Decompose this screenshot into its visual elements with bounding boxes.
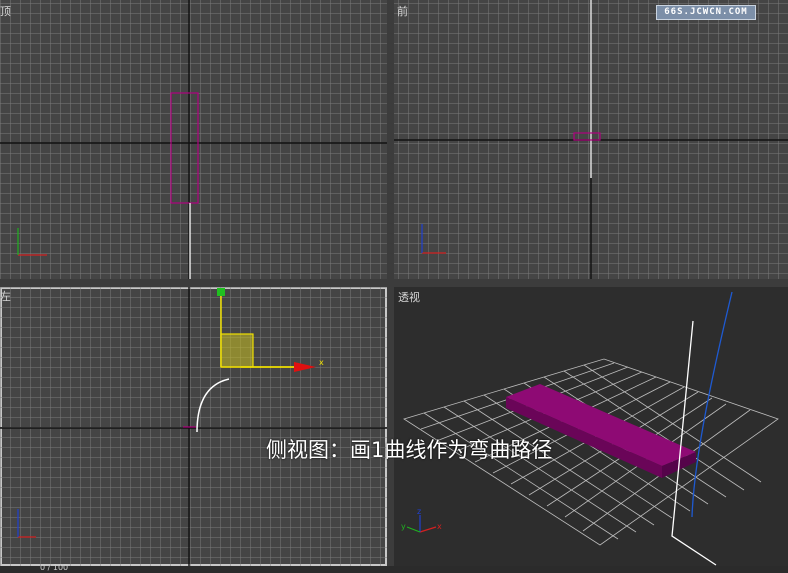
- viewport-top-label[interactable]: 顶: [0, 6, 11, 18]
- viewport-left-label[interactable]: 左: [0, 291, 11, 303]
- viewport-perspective-canvas: x y z: [401, 291, 779, 566]
- viewport-top[interactable]: 顶: [0, 0, 387, 279]
- viewport-front-canvas: [394, 0, 788, 279]
- max-viewport-layout: 顶 前 x 左 x y z 透视 66S.JCWCN.COM 侧视图：画1曲线作…: [0, 0, 788, 573]
- tutorial-caption: 侧视图：画1曲线作为弯曲路径: [266, 438, 553, 462]
- axis-tripod-icon: [406, 515, 437, 533]
- bend-curve-path-3d: [691, 291, 733, 518]
- frame-counter: 0 / 100: [40, 563, 69, 572]
- tripod-y-label: y: [401, 522, 406, 531]
- viewport-left-canvas: x: [0, 287, 387, 566]
- tripod-z-label: z: [417, 507, 421, 516]
- viewport-perspective[interactable]: x y z 透视: [394, 287, 788, 566]
- viewport-perspective-label[interactable]: 透视: [398, 292, 420, 304]
- viewport-top-canvas: [0, 0, 387, 279]
- time-slider-bar[interactable]: 0 / 100: [0, 563, 788, 573]
- viewport-left[interactable]: x 左: [0, 287, 387, 566]
- watermark-logo: 66S.JCWCN.COM: [656, 5, 756, 20]
- viewport-front-label[interactable]: 前: [397, 6, 408, 18]
- gizmo-x-label: x: [319, 358, 324, 367]
- viewport-front[interactable]: 前: [394, 0, 788, 279]
- tripod-x-label: x: [437, 522, 442, 531]
- bend-path-line-3d: [671, 320, 717, 566]
